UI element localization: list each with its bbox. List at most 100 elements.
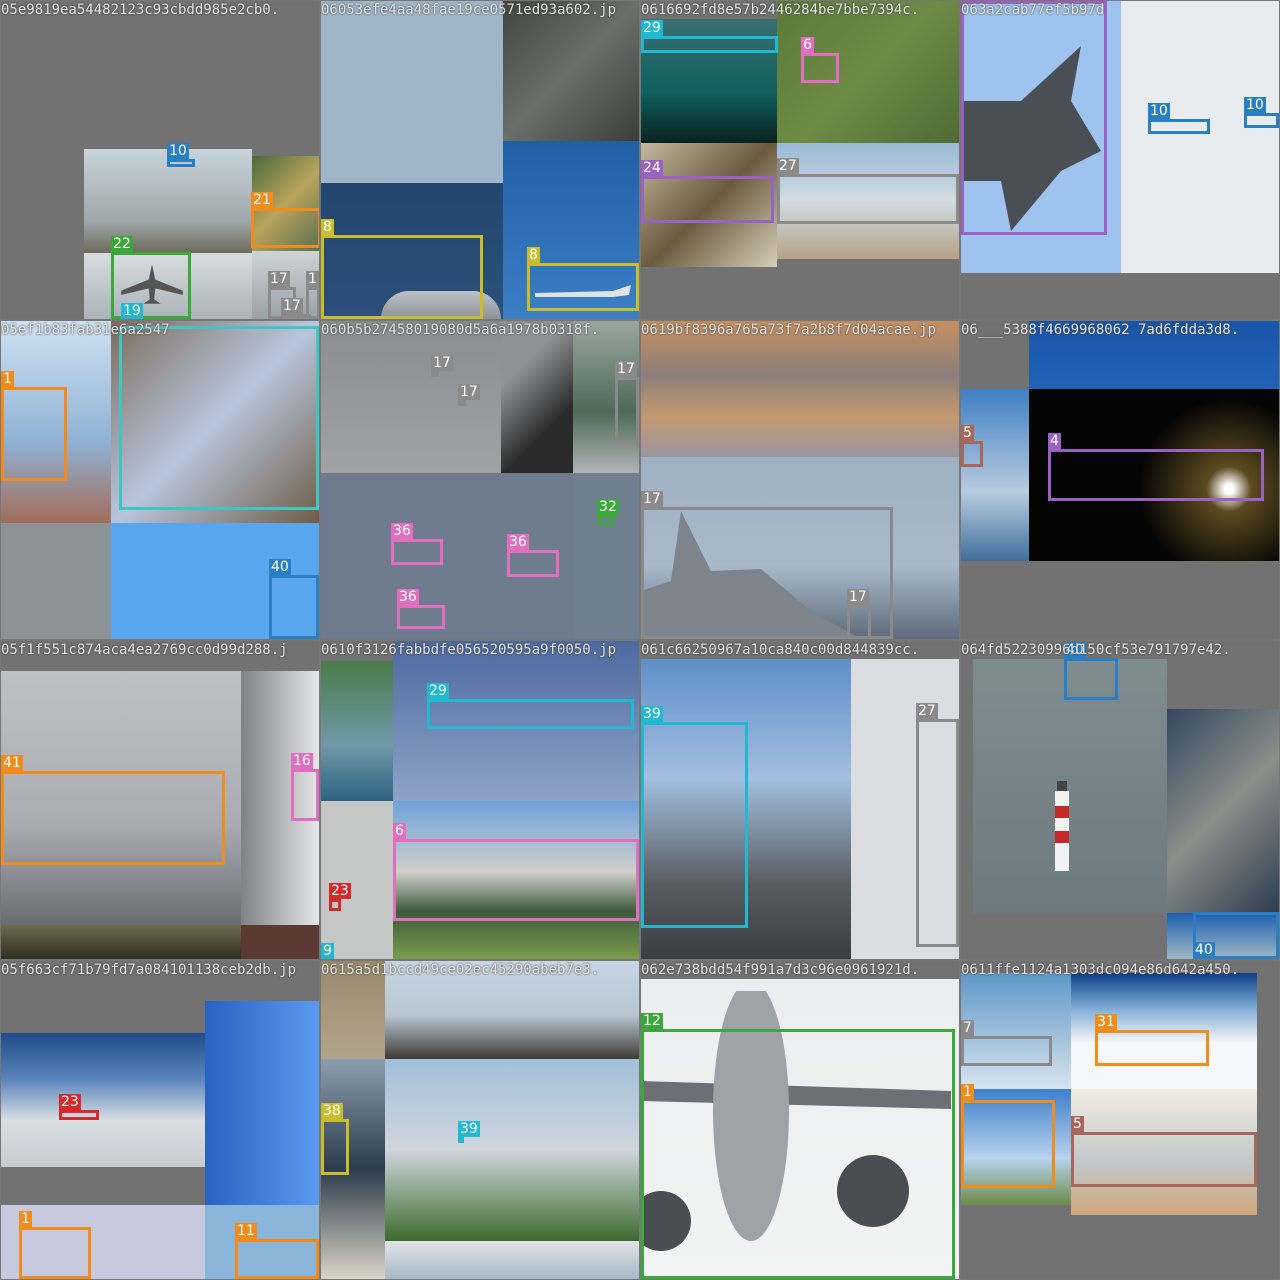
photo-dark-wedge (501, 321, 573, 473)
photo-aerial (503, 1, 639, 141)
detection-box: 5 (1071, 1116, 1257, 1187)
detection-box: 10 (167, 143, 195, 167)
detection-box: 17 (458, 384, 480, 406)
class-label: 1 (19, 1211, 32, 1227)
class-label: 6 (801, 37, 814, 53)
photo-sky (321, 1, 503, 183)
mosaic-tile-7[interactable]: 17 17 0619bf8396a765a73f7a2b8f7d04acae.j… (641, 321, 959, 639)
class-label: 1 (1, 371, 14, 387)
lighthouse-icon (1047, 781, 1077, 881)
class-label: 5 (1071, 1116, 1084, 1132)
mosaic-tile-12[interactable]: 40 40 064fd52230996d150cf53e791797e42. (961, 641, 1279, 959)
mosaic-tile-14[interactable]: 38 39 0615a5d1bccd49ce02ec45290abeb7e3. (321, 961, 639, 1279)
detection-box: 36 (397, 589, 445, 629)
class-label: 17 (458, 384, 480, 400)
tile-filename: 064fd52230996d150cf53e791797e42. (961, 642, 1231, 658)
detection-box: 1 (961, 1084, 1055, 1188)
mosaic-tile-10[interactable]: 29 6 23 9 0610f3126fabbdfe056520595a9f00… (321, 641, 639, 959)
tile-filename: 05f1f551c874aca4ea2769cc0d99d288.j (1, 642, 288, 658)
detection-box: 17 (847, 589, 871, 639)
mosaic-tile-8[interactable]: 5 4 06___5388f4669968062 7ad6fdda3d8. (961, 321, 1279, 639)
mosaic-tile-6[interactable]: 17 17 17 32 36 36 36 060b5b27458019080d5… (321, 321, 639, 639)
tile-filename: 0619bf8396a765a73f7a2b8f7d04acae.jp (641, 322, 937, 338)
class-label: 7 (961, 1020, 974, 1036)
tile-filename: 05f663cf71b79fd7a084101138ceb2db.jp (1, 962, 297, 978)
class-label: 23 (329, 883, 351, 899)
class-label: 36 (391, 523, 413, 539)
class-label: 17 (847, 589, 869, 605)
mosaic-tile-2[interactable]: 8 8 06053efe4aa48fae19ce0571ed93a602.jp (321, 1, 639, 319)
class-label: 8 (527, 247, 540, 263)
detection-box: 11 (235, 1223, 319, 1279)
mosaic-tile-16[interactable]: 7 31 1 5 0611ffe1124a1303dc094e86d642a45… (961, 961, 1279, 1279)
tile-filename: 063a2cab77ef5b97d (961, 2, 1105, 18)
photo-cloud-sky (1, 1033, 205, 1167)
detection-box: 39 (458, 1121, 480, 1143)
class-label: 12 (641, 1013, 663, 1029)
class-label: 29 (427, 683, 449, 699)
class-label: 17 (615, 361, 637, 377)
detection-box: 39 (641, 706, 748, 928)
detection-box (961, 1, 1107, 235)
mosaic-tile-3[interactable]: 29 6 24 27 0616692fd8e57b2446284be7bbe73… (641, 1, 959, 319)
detection-box: 12 (641, 1013, 955, 1279)
class-label: 17 (281, 298, 303, 314)
mosaic-tile-1[interactable]: 10 21 22 19 17 1 17 05e9819ea54482123c93… (1, 1, 319, 319)
class-label: 10 (167, 143, 189, 159)
detection-box: 27 (916, 703, 959, 947)
detection-box: 8 (527, 247, 639, 311)
mosaic-tile-11[interactable]: 39 27 061c66250967a10ca840c00d844839cc. (641, 641, 959, 959)
detection-box: 4 (1048, 433, 1264, 501)
detection-box: 31 (1095, 1014, 1209, 1066)
photo-white-sky (1121, 1, 1279, 273)
class-label: 21 (251, 192, 273, 208)
detection-box: 1 (19, 1211, 91, 1279)
detection-box: 36 (507, 534, 559, 577)
mosaic-tile-9[interactable]: 41 16 05f1f551c874aca4ea2769cc0d99d288.j (1, 641, 319, 959)
photo-street-building (385, 1059, 639, 1241)
tile-filename: 062e738bdd54f991a7d3c96e0961921d. (641, 962, 920, 978)
mosaic-tile-4[interactable]: 10 10 063a2cab77ef5b97d (961, 1, 1279, 319)
detection-box: 17 (615, 361, 639, 443)
detection-box: 38 (321, 1103, 349, 1175)
tile-filename: 0610f3126fabbdfe056520595a9f0050.jp (321, 642, 617, 658)
class-label: 1 (306, 271, 319, 287)
mosaic-tile-13[interactable]: 23 1 11 05f663cf71b79fd7a084101138ceb2db… (1, 961, 319, 1279)
photo-sea-boat (1, 523, 111, 639)
class-label: 6 (393, 823, 406, 839)
class-label: 40 (269, 559, 291, 575)
class-label: 41 (1, 755, 23, 771)
class-label: 23 (59, 1094, 81, 1110)
class-label: 9 (321, 943, 334, 959)
detection-box: 29 (641, 20, 778, 53)
tile-filename: 05ef1b83fab31e6a2547 (1, 322, 170, 338)
class-label: 39 (641, 706, 663, 722)
class-label: 17 (431, 355, 453, 371)
photo-clouds (961, 389, 1029, 561)
detection-box: 17 (281, 298, 311, 319)
class-label: 17 (268, 271, 290, 287)
detection-box: 41 (1, 755, 225, 865)
detection-box: 23 (329, 883, 351, 911)
detection-box: 40 (1064, 642, 1118, 700)
tile-filename: 0615a5d1bccd49ce02ec45290abeb7e3. (321, 962, 600, 978)
photo-hangar-floor (1, 925, 241, 959)
tile-filename: 061c66250967a10ca840c00d844839cc. (641, 642, 920, 658)
detection-box: 5 (961, 425, 983, 467)
class-label: 27 (916, 703, 938, 719)
class-label: 32 (597, 499, 619, 515)
detection-box: 7 (961, 1020, 1052, 1066)
tile-filename: 06___5388f4669968062 7ad6fdda3d8. (961, 322, 1240, 338)
class-label: 36 (397, 589, 419, 605)
detection-box: 32 (597, 499, 619, 525)
mosaic-tile-5[interactable]: 1 40 05ef1b83fab31e6a2547 (1, 321, 319, 639)
detection-box: 6 (801, 37, 839, 83)
photo-hazy-sky (573, 473, 639, 639)
detection-box: 23 (59, 1094, 99, 1120)
class-label: 27 (777, 158, 799, 174)
detection-box: 36 (391, 523, 443, 565)
mosaic-tile-15[interactable]: 12 062e738bdd54f991a7d3c96e0961921d. (641, 961, 959, 1279)
detection-box: 17 (431, 355, 453, 377)
class-label: 10 (1148, 103, 1170, 119)
class-label: 39 (458, 1121, 480, 1137)
